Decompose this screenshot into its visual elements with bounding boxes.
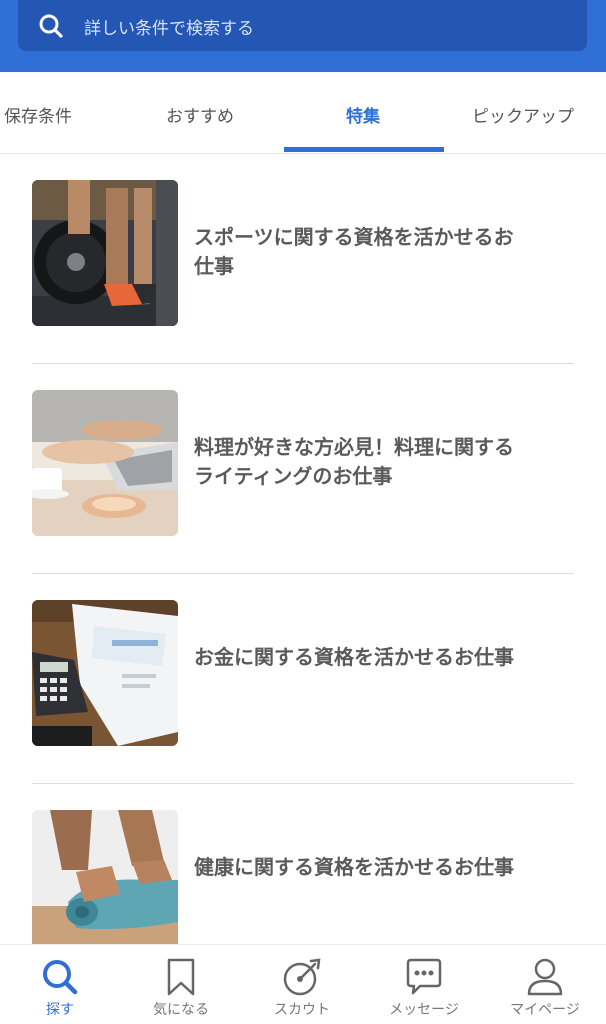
nav-favorites[interactable]: 気になる [121,951,241,1023]
nav-label: 気になる [153,1002,209,1018]
nav-messages[interactable]: メッセージ [364,951,484,1023]
nav-label: スカウト [274,1002,330,1018]
bookmark-icon [167,958,195,996]
message-icon [406,958,442,995]
yoga-mat-photo [32,810,178,956]
nav-label: メッセージ [389,1002,459,1018]
search-input[interactable]: 詳しい条件で検索する [18,0,587,51]
tab-bar: 保存条件 おすすめ 特集 ピックアップ [0,72,606,154]
tab-recommended[interactable]: おすすめ [166,102,234,127]
search-icon [39,14,63,38]
nav-search[interactable]: 探す [0,951,120,1023]
search-icon [43,960,78,995]
calculator-and-documents-photo [32,600,178,746]
list-item[interactable]: スポーツに関する資格を活かせるお仕事 [32,154,574,364]
list-item[interactable]: 料理が好きな方必見！料理に関するライティングのお仕事 [32,364,574,574]
nav-scout[interactable]: スカウト [242,951,362,1023]
item-title: 健康に関する資格を活かせるお仕事 [194,855,514,879]
item-title: お金に関する資格を活かせるお仕事 [194,645,514,669]
item-title: スポーツに関する資格を活かせるお仕事 [194,225,514,278]
search-placeholder: 詳しい条件で検索する [84,19,254,39]
item-title: 料理が好きな方必見！料理に関するライティングのお仕事 [194,435,514,488]
laptop-and-coffee-photo [32,390,178,536]
sports-training-photo [32,180,178,326]
bottom-navigation: 探す 気になる スカウト メッセージ マイページ [0,944,606,1024]
user-icon [527,958,563,996]
tab-pickup[interactable]: ピックアップ [472,102,574,127]
tab-saved-conditions[interactable]: 保存条件 [4,102,72,127]
scout-target-icon [283,958,321,996]
nav-mypage[interactable]: マイページ [485,951,605,1023]
list-item[interactable]: お金に関する資格を活かせるお仕事 [32,574,574,784]
tab-features[interactable]: 特集 [346,102,380,127]
active-tab-indicator [284,147,444,152]
header-bar: 詳しい条件で検索する [0,0,606,72]
nav-label: 探す [46,1002,74,1018]
nav-label: マイページ [510,1002,580,1018]
